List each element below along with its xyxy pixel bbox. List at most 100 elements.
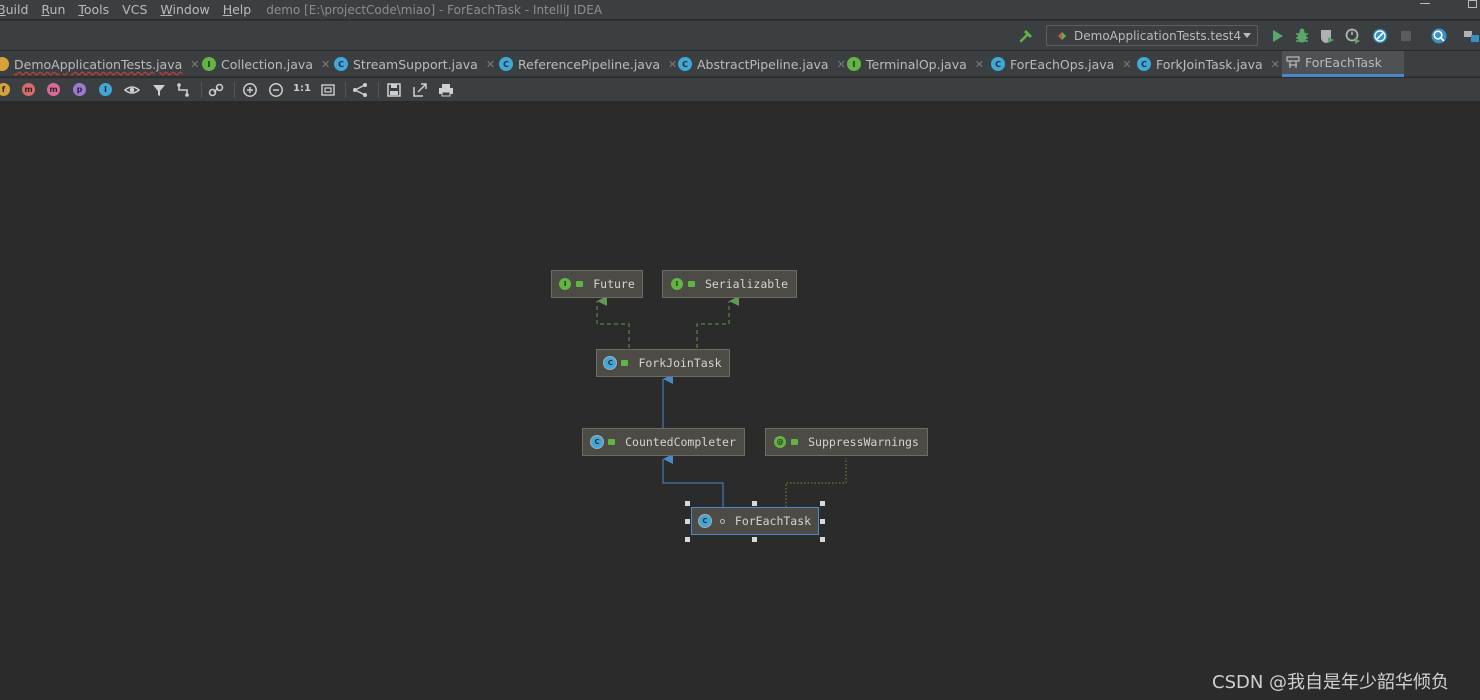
stop-icon[interactable] (1397, 27, 1415, 45)
node-label: CountedCompleter (625, 435, 736, 449)
resize-handle[interactable] (685, 519, 690, 524)
node-label: ForkJoinTask (638, 356, 722, 370)
tab-label: ForEachOps.java (1010, 56, 1115, 72)
node-label: Serializable (704, 277, 789, 291)
menu-help[interactable]: Help (223, 2, 252, 17)
tab-label: DemoApplicationTests.java (14, 56, 183, 72)
search-everywhere-icon[interactable] (1430, 27, 1448, 45)
class-file-icon: C (1137, 57, 1151, 71)
save-icon[interactable] (386, 82, 402, 98)
menu-window-label: indow (172, 2, 210, 17)
resize-handle[interactable] (685, 501, 690, 506)
resize-handle[interactable] (820, 519, 825, 524)
node-label: SuppressWarnings (808, 435, 919, 449)
menu-build[interactable]: Build (0, 2, 28, 17)
menu-window[interactable]: Window (160, 2, 209, 17)
close-icon[interactable]: ✕ (1271, 58, 1280, 71)
menu-run-label: un (49, 2, 66, 17)
menu-tools-label: ools (83, 2, 110, 17)
project-structure-icon[interactable] (1462, 27, 1480, 45)
node-foreachtask[interactable]: C ForEachTask (691, 507, 819, 535)
run-icon[interactable] (1268, 27, 1286, 45)
fit-content-icon[interactable] (320, 82, 336, 98)
link-icon[interactable] (208, 82, 224, 98)
resize-handle[interactable] (752, 537, 757, 542)
class-icon: C (698, 515, 711, 527)
node-countedcompleter[interactable]: C CountedCompleter (582, 428, 745, 456)
show-fields-icon[interactable]: f (0, 83, 10, 96)
close-icon[interactable]: ✕ (1122, 58, 1131, 71)
tab-foreachtask-diagram[interactable]: ForEachTask (1282, 51, 1404, 77)
show-properties-icon[interactable]: p (73, 83, 86, 96)
interface-file-icon: I (847, 57, 861, 71)
visibility-eye-icon[interactable] (124, 82, 140, 98)
tab-label: ReferencePipeline.java (518, 56, 661, 72)
resize-handle[interactable] (685, 537, 690, 542)
tab-label: TerminalOp.java (866, 56, 967, 72)
profiler-icon[interactable] (1344, 27, 1362, 45)
close-icon[interactable]: ✕ (975, 58, 984, 71)
tab-demoapplicationtests[interactable]: DemoApplicationTests.java ✕ (0, 51, 200, 77)
toolbar-separator (345, 82, 346, 98)
resize-handle[interactable] (820, 501, 825, 506)
show-methods-icon[interactable]: m (47, 83, 60, 96)
tab-foreachops[interactable]: C ForEachOps.java ✕ (991, 51, 1132, 77)
editor-tab-bar: DemoApplicationTests.java ✕ I Collection… (0, 51, 1480, 77)
close-icon[interactable]: ✕ (486, 58, 495, 71)
attach-debugger-icon[interactable] (1371, 27, 1389, 45)
class-file-icon: C (678, 57, 692, 71)
diagram-canvas[interactable]: I Future I Serializable C ForkJoinTask C… (0, 103, 1480, 700)
tab-label: StreamSupport.java (353, 56, 478, 72)
edge-forkjointask-implements-future[interactable] (596, 296, 630, 348)
edge-foreachtask-extends-countedcompleter[interactable] (662, 454, 724, 507)
menu-tools[interactable]: Tools (78, 2, 109, 17)
actual-size-button[interactable]: 1:1 (293, 83, 311, 94)
close-icon[interactable]: ✕ (668, 58, 677, 71)
tab-label: ForEachTask (1305, 55, 1382, 70)
filter-icon[interactable] (151, 82, 167, 98)
watermark: CSDN @我自是年少韶华倾负 (1212, 672, 1450, 693)
layout-share-icon[interactable] (352, 82, 368, 98)
node-serializable[interactable]: I Serializable (662, 270, 797, 298)
menu-window-mnemonic: W (160, 2, 173, 17)
node-forkjointask[interactable]: C ForkJoinTask (596, 349, 730, 377)
annotation-icon: @ (774, 436, 787, 448)
tab-referencepipeline[interactable]: C ReferencePipeline.java ✕ (499, 51, 677, 77)
class-file-icon: C (334, 57, 348, 71)
tab-abstractpipeline[interactable]: C AbstractPipeline.java ✕ (678, 51, 846, 77)
menu-run[interactable]: Run (41, 2, 65, 17)
close-icon[interactable]: ✕ (190, 58, 199, 71)
tab-terminalop[interactable]: I TerminalOp.java ✕ (847, 51, 984, 77)
run-configuration-select[interactable]: DemoApplicationTests.test4 (1046, 25, 1258, 46)
debug-bug-icon[interactable] (1293, 27, 1311, 45)
public-lock-icon (576, 281, 584, 287)
node-suppresswarnings[interactable]: @ SuppressWarnings (765, 428, 928, 456)
minimize-icon[interactable] (1420, 3, 1430, 4)
export-icon[interactable] (412, 82, 428, 98)
zoom-out-icon[interactable] (268, 82, 284, 98)
resize-handle[interactable] (820, 537, 825, 542)
tab-forkjointask[interactable]: C ForkJoinTask.java ✕ (1137, 51, 1280, 77)
coverage-shield-icon[interactable] (1318, 27, 1336, 45)
menu-help-label: elp (232, 2, 252, 17)
junit-test-icon (1058, 31, 1066, 40)
build-hammer-icon[interactable] (1018, 27, 1036, 45)
node-future[interactable]: I Future (551, 270, 643, 298)
tab-streamsupport[interactable]: C StreamSupport.java ✕ (334, 51, 495, 77)
resize-handle[interactable] (752, 501, 757, 506)
edge-foreachtask-annotated-suppresswarnings[interactable] (785, 458, 847, 507)
diagram-edges (596, 296, 847, 507)
print-icon[interactable] (438, 82, 454, 98)
route-edges-icon[interactable] (176, 82, 192, 98)
close-icon[interactable]: ✕ (321, 58, 330, 71)
maximize-icon[interactable] (1468, 0, 1477, 8)
show-constructors-icon[interactable]: m (22, 83, 35, 96)
edge-forkjointask-implements-serializable[interactable] (696, 296, 739, 348)
tab-collection[interactable]: I Collection.java ✕ (202, 51, 330, 77)
show-inner-classes-icon[interactable]: I (99, 83, 112, 96)
close-icon[interactable]: ✕ (837, 58, 846, 71)
menu-vcs[interactable]: VCS (122, 2, 147, 17)
toolbar-separator (378, 82, 379, 98)
zoom-in-icon[interactable] (242, 82, 258, 98)
node-label: Future (593, 277, 635, 291)
